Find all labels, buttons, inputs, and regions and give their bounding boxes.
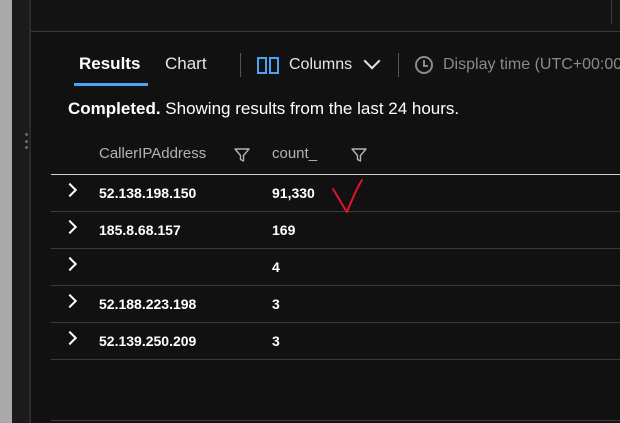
cell-ip: 185.8.68.157: [99, 222, 181, 238]
cell-count: 3: [272, 333, 280, 349]
cell-count: 4: [272, 259, 280, 275]
cell-ip: 52.138.198.150: [99, 185, 197, 201]
results-toolbar: Results Chart Columns Display time (UTC+…: [31, 40, 620, 86]
expand-chevron-icon[interactable]: [62, 330, 78, 346]
cell-count: 3: [272, 296, 280, 312]
display-time-label: Display time (UTC+00:00: [443, 56, 620, 73]
grid-header-row: CallerIPAddress count_: [51, 137, 620, 175]
status-completed: Completed.: [68, 99, 161, 118]
expand-chevron-icon[interactable]: [62, 256, 78, 272]
tab-results[interactable]: Results: [74, 40, 149, 86]
table-row[interactable]: 185.8.68.157 169: [51, 212, 620, 249]
cell-ip: 52.188.223.198: [99, 296, 197, 312]
columns-icon: [257, 56, 279, 74]
resize-grip-icon[interactable]: [25, 133, 28, 149]
tab-chart[interactable]: Chart: [165, 40, 207, 82]
clock-icon: [415, 56, 433, 74]
chevron-down-icon: [363, 52, 381, 70]
editor-scrollbar[interactable]: [611, 0, 620, 24]
red-check-annotation-icon: [332, 179, 363, 213]
grid-footer-divider: [51, 420, 620, 421]
column-header-calleripaddress[interactable]: CallerIPAddress: [99, 145, 206, 162]
expand-chevron-icon[interactable]: [62, 293, 78, 309]
query-status: Completed. Showing results from the last…: [68, 99, 459, 119]
cell-count: 91,330: [272, 185, 315, 201]
pane-gutter: [12, 0, 30, 423]
status-message: Showing results from the last 24 hours.: [160, 99, 460, 118]
toolbar-divider: [398, 53, 399, 77]
filter-icon[interactable]: [351, 147, 367, 163]
table-row[interactable]: 4: [51, 249, 620, 286]
expand-chevron-icon[interactable]: [62, 219, 78, 235]
cell-ip: 52.139.250.209: [99, 333, 197, 349]
expand-chevron-icon[interactable]: [62, 182, 78, 198]
tab-chart-label: Chart: [165, 54, 207, 73]
left-edge-panel: [0, 0, 12, 423]
table-row[interactable]: 52.188.223.198 3: [51, 286, 620, 323]
toolbar-divider: [240, 53, 241, 77]
column-header-count[interactable]: count_: [272, 145, 317, 162]
results-grid: CallerIPAddress count_ 52.138.198.150 91…: [51, 137, 620, 360]
tab-results-label: Results: [79, 54, 141, 73]
columns-button[interactable]: Columns: [257, 52, 381, 78]
table-row[interactable]: 52.139.250.209 3: [51, 323, 620, 360]
display-time-button[interactable]: Display time (UTC+00:00: [415, 52, 620, 78]
filter-icon[interactable]: [234, 147, 250, 163]
cell-count: 169: [272, 222, 296, 238]
query-editor-area[interactable]: [31, 0, 620, 32]
active-tab-indicator: [74, 83, 149, 86]
columns-label: Columns: [289, 56, 353, 73]
